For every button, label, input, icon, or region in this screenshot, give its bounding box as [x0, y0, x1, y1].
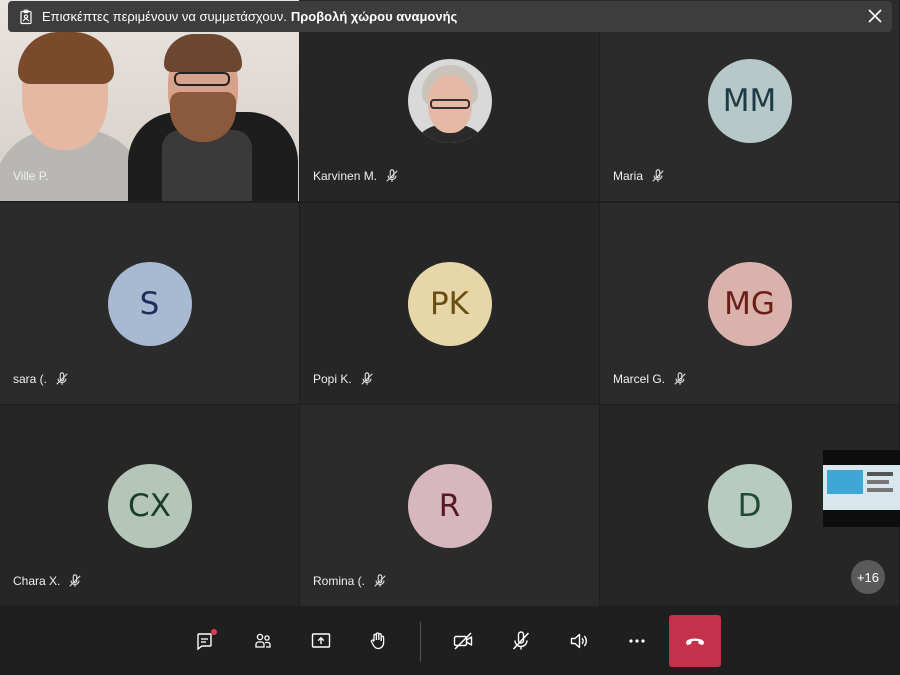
participant-avatar: MM [707, 59, 792, 143]
raise-hand-icon [370, 632, 385, 650]
participant-name-tag: Popi K. [313, 372, 374, 386]
clipboard-people-icon [20, 9, 32, 24]
participants-button[interactable] [248, 626, 278, 656]
participant-name-tag: Romina (. [313, 574, 387, 588]
lobby-notification-banner: Επισκέπτες περιμένουν να συμμετάσχουν. Π… [8, 1, 892, 32]
people-icon [255, 633, 271, 648]
participant-tile[interactable]: R Romina (. [300, 405, 599, 606]
participant-video-person [18, 32, 114, 84]
mic-muted-icon [374, 574, 386, 587]
call-toolbar [0, 606, 900, 675]
participant-photo-avatar [407, 59, 492, 143]
participant-video-person [164, 34, 242, 72]
participant-name: Maria [613, 169, 644, 183]
chat-button[interactable] [190, 626, 220, 656]
participant-avatar: CX [107, 464, 192, 548]
camera-toggle-button[interactable] [448, 626, 478, 656]
mic-off-icon [512, 631, 530, 650]
mic-muted-icon [674, 372, 686, 385]
participant-avatar: S [107, 262, 192, 346]
mic-muted-icon [56, 372, 68, 385]
participant-name: Marcel G. [613, 372, 666, 386]
mic-muted-icon [361, 372, 373, 385]
participant-name: Karvinen M. [313, 169, 378, 183]
mic-toggle-button[interactable] [506, 626, 536, 656]
participant-video-person [174, 72, 230, 86]
speaker-icon [570, 633, 587, 649]
toolbar-divider [420, 622, 421, 662]
participant-name: Chara X. [13, 574, 61, 588]
more-icon [629, 639, 645, 643]
participant-avatar: R [407, 464, 492, 548]
participant-name-tag: Chara X. [13, 574, 82, 588]
participant-name: Ville P. [13, 169, 49, 183]
participant-name: Romina (. [313, 574, 366, 588]
shared-screen-thumbnail[interactable] [823, 450, 900, 527]
close-icon[interactable] [866, 7, 884, 25]
banner-text: Επισκέπτες περιμένουν να συμμετάσχουν. [42, 9, 287, 24]
share-screen-icon [311, 633, 331, 648]
participant-grid: Ville P. Karvinen M. MM Maria S sara (. … [0, 0, 900, 606]
mic-muted-icon [386, 169, 398, 182]
participant-avatar: D [707, 464, 792, 548]
more-participants-button[interactable]: +16 [851, 560, 885, 594]
participant-avatar: MG [707, 262, 792, 346]
participant-tile[interactable]: PK Popi K. [300, 203, 599, 404]
participant-tile[interactable]: S sara (. [0, 203, 299, 404]
participant-name-tag: Ville P. [13, 169, 49, 183]
camera-off-icon [453, 632, 473, 650]
participant-tile[interactable]: CX Chara X. [0, 405, 299, 606]
participant-name-tag: sara (. [13, 372, 69, 386]
raise-hand-button[interactable] [363, 626, 393, 656]
hang-up-icon [686, 638, 704, 645]
participant-name-tag: Marcel G. [613, 372, 687, 386]
view-lobby-link[interactable]: Προβολή χώρου αναμονής [291, 9, 457, 24]
hang-up-button[interactable] [669, 615, 721, 667]
participant-name-tag: Karvinen M. [313, 169, 399, 183]
more-options-button[interactable] [622, 626, 652, 656]
participant-name-tag: Maria [613, 169, 665, 183]
participant-name: Popi K. [313, 372, 352, 386]
participant-name: sara (. [13, 372, 48, 386]
notification-dot [211, 629, 217, 635]
share-screen-button[interactable] [306, 626, 336, 656]
mic-muted-icon [652, 169, 664, 182]
participant-tile[interactable]: MG Marcel G. [600, 203, 899, 404]
participant-avatar: PK [407, 262, 492, 346]
mic-muted-icon [69, 574, 82, 587]
speaker-button[interactable] [564, 626, 594, 656]
